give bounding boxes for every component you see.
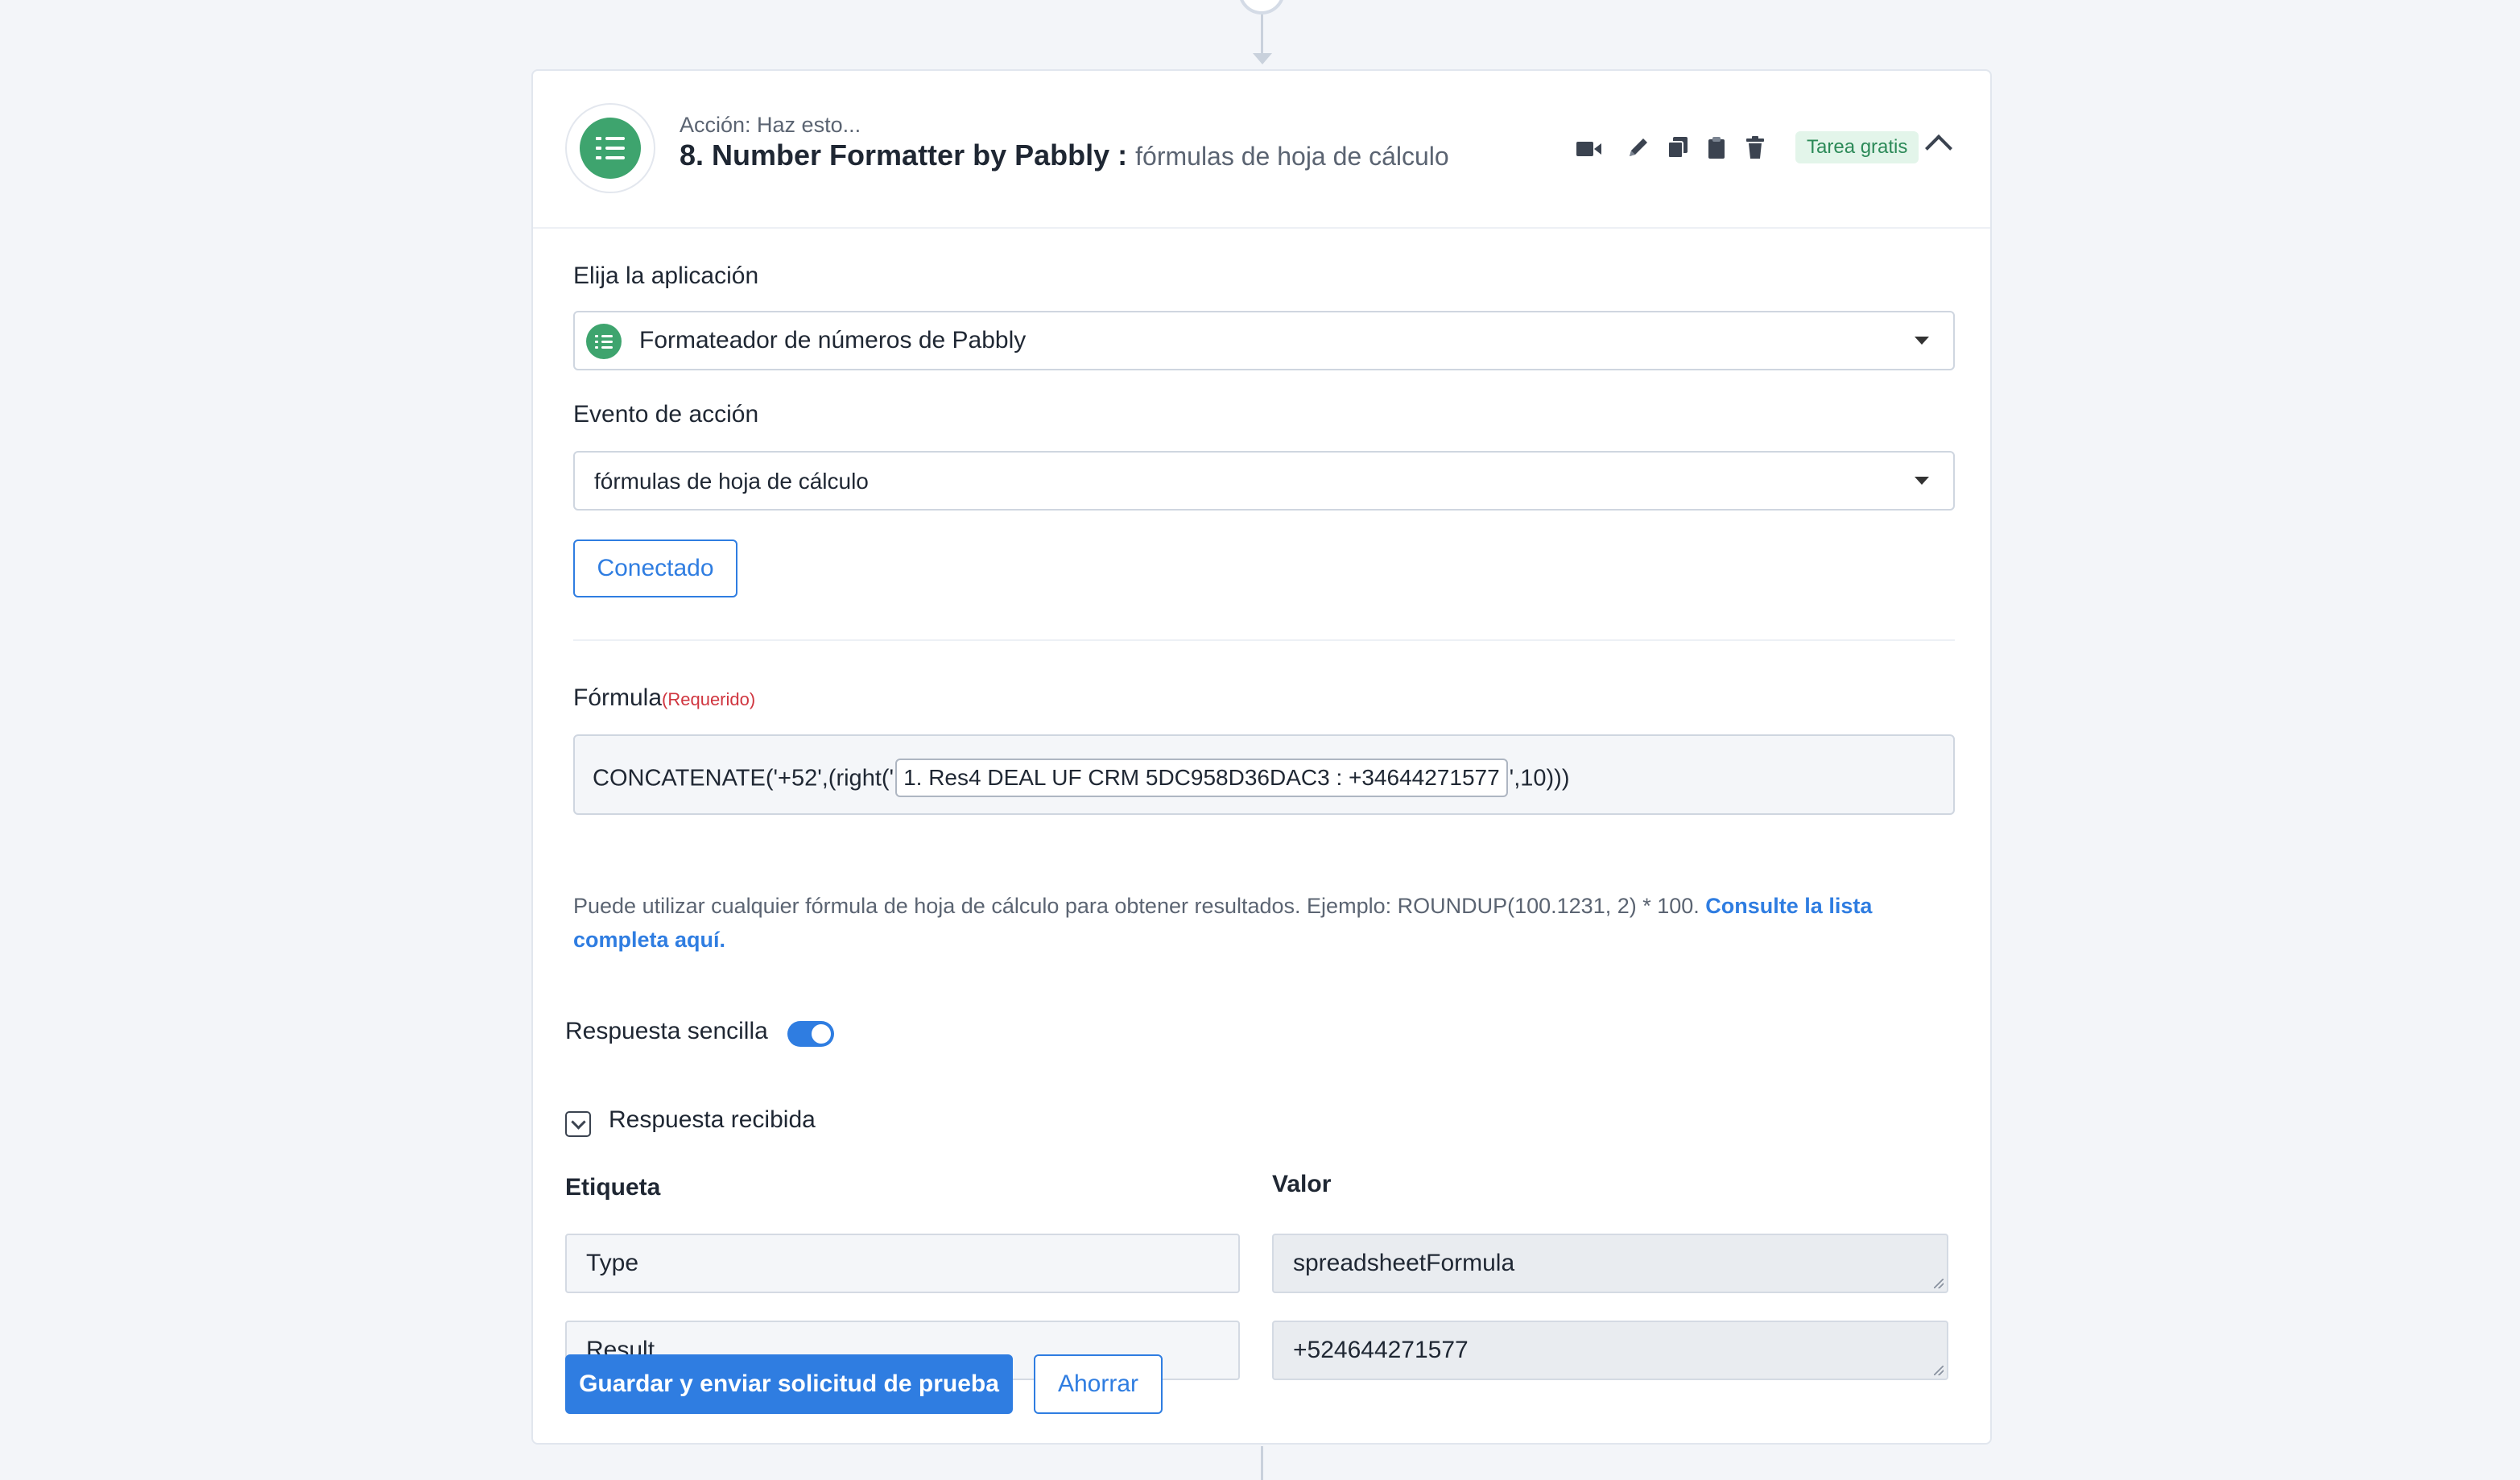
connected-button[interactable]: Conectado xyxy=(573,539,737,597)
step-header[interactable]: Acción: Haz esto... 8. Number Formatter … xyxy=(533,71,1990,229)
copy-icon[interactable] xyxy=(1667,135,1689,159)
pencil-icon[interactable] xyxy=(1626,135,1650,159)
required-marker: (Requerido) xyxy=(662,689,756,709)
action-label: Acción: Haz esto... xyxy=(680,113,861,137)
resize-handle[interactable] xyxy=(1934,1279,1944,1288)
resize-handle[interactable] xyxy=(1934,1366,1944,1375)
toggle-knob xyxy=(812,1024,831,1044)
response-value-field[interactable]: +524644271577 xyxy=(1272,1321,1948,1380)
app-logo-ring xyxy=(565,103,655,193)
clipboard-icon[interactable] xyxy=(1707,135,1726,159)
numbered-list-icon xyxy=(586,324,622,359)
event-select-label: Evento de acción xyxy=(573,401,759,428)
simple-response-toggle[interactable] xyxy=(787,1021,834,1047)
response-label-text: Type xyxy=(586,1250,639,1276)
formula-help-text: Puede utilizar cualquier fórmula de hoja… xyxy=(573,889,1942,957)
column-header-value: Valor xyxy=(1272,1171,1332,1197)
formula-label: Fórmula(Requerido) xyxy=(573,684,755,712)
column-header-label: Etiqueta xyxy=(565,1174,661,1201)
video-icon[interactable] xyxy=(1576,140,1602,158)
add-step-button[interactable] xyxy=(1238,0,1285,14)
connector-line xyxy=(1261,14,1263,56)
app-select[interactable]: Formateador de números de Pabbly xyxy=(573,311,1955,370)
free-task-badge: Tarea gratis xyxy=(1795,131,1919,163)
chevron-down-icon xyxy=(571,1114,586,1130)
step-title: 8. Number Formatter by Pabbly : fórmulas… xyxy=(680,138,1449,172)
response-value-field[interactable]: spreadsheetFormula xyxy=(1272,1234,1948,1293)
trash-icon[interactable] xyxy=(1745,135,1765,159)
numbered-list-icon xyxy=(580,118,641,179)
step-title-text: 8. Number Formatter by Pabbly : xyxy=(680,138,1128,172)
response-collapse-toggle[interactable] xyxy=(565,1111,591,1137)
response-value-text: spreadsheetFormula xyxy=(1293,1250,1515,1276)
step-subtitle: fórmulas de hoja de cálculo xyxy=(1135,142,1449,171)
formula-label-text: Fórmula xyxy=(573,684,663,711)
divider xyxy=(573,639,1955,641)
chevron-up-icon[interactable] xyxy=(1925,134,1952,162)
save-and-test-button[interactable]: Guardar y enviar solicitud de prueba xyxy=(565,1354,1013,1414)
response-label-field[interactable]: Type xyxy=(565,1234,1240,1293)
formula-suffix: ',10))) xyxy=(1509,765,1570,792)
response-value-text: +524644271577 xyxy=(1293,1337,1469,1363)
formula-variable-token[interactable]: 1. Res4 DEAL UF CRM 5DC958D36DAC3 : +346… xyxy=(895,759,1508,797)
formula-help-body: Puede utilizar cualquier fórmula de hoja… xyxy=(573,894,1700,918)
app-select-value: Formateador de números de Pabbly xyxy=(639,327,1027,353)
event-select-value: fórmulas de hoja de cálculo xyxy=(594,469,869,494)
chevron-down-icon xyxy=(1915,477,1929,485)
action-step-card: Acción: Haz esto... 8. Number Formatter … xyxy=(531,69,1992,1445)
connector-line xyxy=(1261,1446,1263,1480)
formula-prefix: CONCATENATE('+52',(right(' xyxy=(593,765,894,792)
event-select[interactable]: fórmulas de hoja de cálculo xyxy=(573,451,1955,511)
app-select-label: Elija la aplicación xyxy=(573,263,759,289)
chevron-down-icon xyxy=(1915,337,1929,345)
formula-input[interactable]: CONCATENATE('+52',(right(' 1. Res4 DEAL U… xyxy=(573,734,1955,815)
response-received-label: Respuesta recibida xyxy=(609,1106,816,1133)
connector-arrow xyxy=(1253,53,1272,64)
simple-response-label: Respuesta sencilla xyxy=(565,1018,768,1044)
formula-content: CONCATENATE('+52',(right(' 1. Res4 DEAL U… xyxy=(593,759,1570,799)
save-button[interactable]: Ahorrar xyxy=(1034,1354,1163,1414)
